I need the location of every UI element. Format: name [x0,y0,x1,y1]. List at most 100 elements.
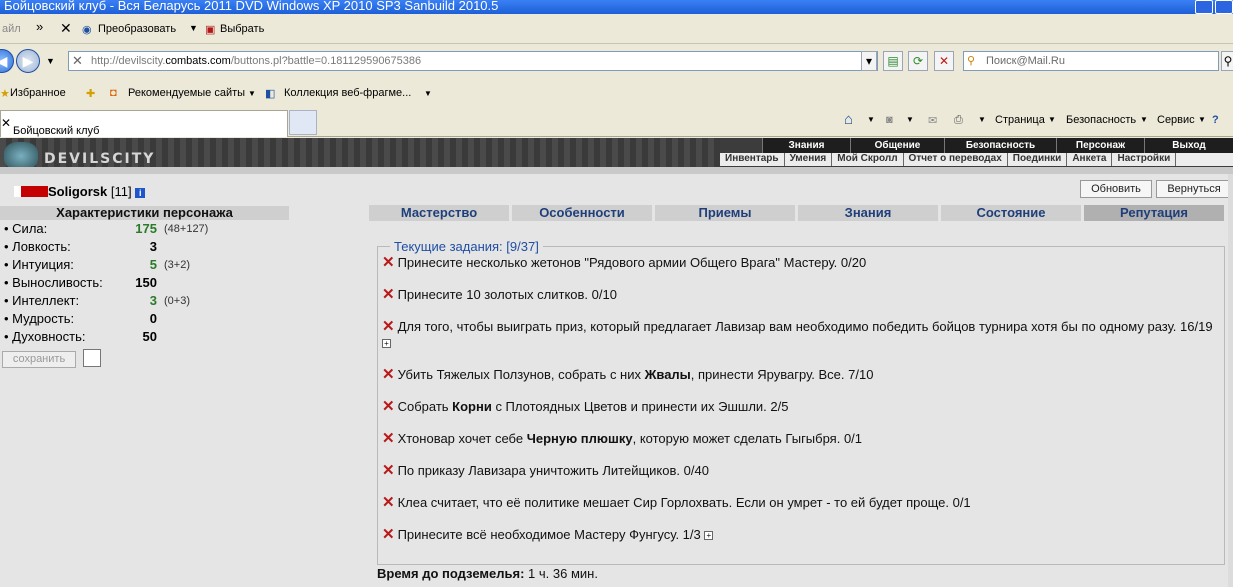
chevron-down-icon[interactable]: ▼ [978,115,986,124]
mail-icon[interactable]: ✉ [928,114,937,127]
recommended-sites-link[interactable]: Рекомендуемые сайты [128,87,245,99]
cancel-quest-icon[interactable]: ✕ [382,494,395,511]
game-page: Soligorsk [11] i Обновить Вернуться Хара… [0,174,1233,587]
compat-icon[interactable]: ▤ [883,51,903,71]
quest-text: , принести Ярувагру. Все. 7/10 [690,367,874,382]
refresh-icon[interactable]: ⟳ [908,51,928,71]
quest-text: Хтоновар хочет себе [397,431,527,446]
address-input[interactable]: ✕ http://devilscity.combats.com/buttons.… [68,51,878,71]
quest-item-name: Черную плюшку [526,431,633,446]
game-header: DEVILSCITY Знания Общение Безопасность П… [0,138,1233,174]
chevron-down-icon[interactable]: ▼ [424,89,432,98]
stop-icon[interactable]: ✕ [934,51,954,71]
subnav-profile[interactable]: Анкета [1067,153,1113,166]
new-tab-button[interactable] [289,110,317,135]
home-icon[interactable]: ⌂ [844,111,853,128]
refresh-button[interactable]: Обновить [1080,180,1152,198]
expand-icon[interactable]: + [382,339,391,348]
rss-icon[interactable]: ◙ [886,114,893,126]
stat-row: • Духовность: 50 [0,328,289,346]
minimize-button[interactable] [1195,0,1213,14]
page-menu[interactable]: Страница [995,114,1045,126]
character-line: Soligorsk [11] i [14,184,146,199]
nav-character[interactable]: Персонаж [1056,138,1144,153]
stat-row: • Интуиция: 5 (3+2) [0,256,289,274]
quest-item-name: Жвалы [644,367,691,382]
stat-value: 0 [149,311,157,326]
tab-features[interactable]: Особенности [512,205,652,221]
back-icon[interactable]: ◀ [0,49,14,73]
window-titlebar: Бойцовский клуб - Вся Беларусь 2011 DVD … [0,0,1233,14]
nav-communication[interactable]: Общение [850,138,944,153]
menu-file[interactable]: айл [2,23,21,35]
chevron-down-icon[interactable]: ▼ [867,115,875,124]
nav-knowledge[interactable]: Знания [762,138,850,153]
maximize-button[interactable] [1215,0,1233,14]
auto-checkbox[interactable] [83,349,101,367]
subnav-skills[interactable]: Умения [785,153,833,166]
quest-item: ✕ Принесите 10 золотых слитков. 0/10 [382,287,1222,303]
nav-security[interactable]: Безопасность [944,138,1056,153]
search-icon[interactable]: ⚲ [1221,51,1233,71]
convert-button[interactable]: Преобразовать [98,23,176,35]
tab-bar: ✕ Бойцовский клуб ⌂ ▼ ◙ ▼ ✉ ⎙ ▼ Страница… [0,106,1233,137]
header-strip [0,167,1233,174]
cancel-quest-icon[interactable]: ✕ [382,286,395,303]
subnav-fights[interactable]: Поединки [1008,153,1068,166]
help-icon[interactable]: ? [1212,114,1219,126]
cancel-quest-icon[interactable]: ✕ [382,398,395,415]
subnav-transfers[interactable]: Отчет о переводах [904,153,1008,166]
history-dropdown-icon[interactable]: ▼ [46,56,55,66]
cancel-quest-icon[interactable]: ✕ [382,254,395,271]
stat-row: • Интеллект: 3 (0+3) [0,292,289,310]
save-button[interactable]: сохранить [2,351,76,368]
top-navigation: Знания Общение Безопасность Персонаж Вых… [762,138,1233,153]
address-dropdown-button[interactable]: ▾ [861,51,877,71]
cancel-quest-icon[interactable]: ✕ [382,430,395,447]
browser-tab[interactable]: ✕ Бойцовский клуб [0,110,288,137]
security-menu[interactable]: Безопасность [1066,114,1136,126]
cancel-quest-icon[interactable]: ✕ [382,318,395,335]
subnav-settings[interactable]: Настройки [1112,153,1177,166]
quest-item: ✕ Принесите всё необходимое Мастеру Фунгу… [382,527,1222,543]
chevron-double-icon[interactable]: » [36,19,43,34]
quest-text: Убить Тяжелых Ползунов, собрать с них [397,367,645,382]
quest-text: с Плотоядных Цветов и принести их Эшшли.… [491,399,789,414]
stat-label: • Ловкость: [4,239,71,254]
info-icon[interactable]: i [135,188,146,198]
favorites-button[interactable]: Избранное [10,87,66,99]
subnav-scroll[interactable]: Мой Скролл [832,153,904,166]
tab-knowledge[interactable]: Знания [798,205,938,221]
add-favorite-icon[interactable]: ✚ [86,87,95,100]
nav-exit[interactable]: Выход [1144,138,1233,153]
expand-icon[interactable]: + [704,531,714,540]
web-slice-gallery-link[interactable]: Коллекция веб-фрагме... [284,87,411,99]
subnav-inventory[interactable]: Инвентарь [720,153,785,166]
tab-reputation[interactable]: Репутация [1084,205,1224,221]
print-icon[interactable]: ⎙ [954,114,963,127]
search-input[interactable]: ⚲ Поиск@Mail.Ru [963,51,1219,71]
chevron-down-icon: ▼ [1198,115,1206,124]
stat-value: 175 [135,221,157,236]
stat-bonus: (0+3) [164,295,190,307]
tools-menu[interactable]: Сервис [1157,114,1195,126]
scrollbar[interactable] [1228,174,1233,587]
clan-flag-icon[interactable] [14,186,48,197]
stat-label: • Интеллект: [4,293,80,308]
close-icon[interactable]: ✕ [60,20,72,37]
tab-techniques[interactable]: Приемы [655,205,795,221]
tab-state[interactable]: Состояние [941,205,1081,221]
cancel-quest-icon[interactable]: ✕ [382,462,395,479]
chevron-down-icon[interactable]: ▼ [906,115,914,124]
back-button[interactable]: Вернуться [1156,180,1232,198]
stat-label: • Интуиция: [4,257,74,272]
select-button[interactable]: Выбрать [220,23,264,35]
character-name[interactable]: Soligorsk [48,184,107,199]
cancel-quest-icon[interactable]: ✕ [382,526,395,543]
cancel-quest-icon[interactable]: ✕ [382,366,395,383]
character-level: [11] [110,184,132,199]
forward-icon[interactable]: ▶ [16,49,40,73]
chevron-down-icon[interactable]: ▼ [248,89,256,98]
tab-mastery[interactable]: Мастерство [369,205,509,221]
chevron-down-icon[interactable]: ▼ [189,23,198,33]
